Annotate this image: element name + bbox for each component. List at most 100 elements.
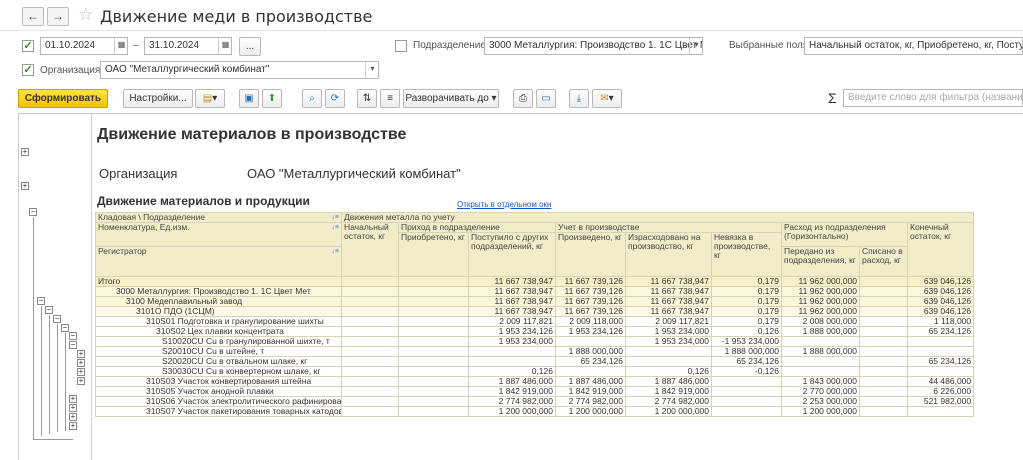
- cell-prod: 11 667 739,126: [555, 276, 626, 287]
- collapse-group-icon[interactable]: −: [61, 324, 69, 332]
- date-to-input[interactable]: 31.10.2024 ▦: [144, 37, 232, 55]
- cell-start: [341, 396, 399, 407]
- sort-button[interactable]: ⇅: [357, 89, 377, 108]
- collapse-group-icon[interactable]: −: [37, 297, 45, 305]
- expand-to-button[interactable]: Разворачивать до ▾: [403, 89, 499, 108]
- group-button[interactable]: ≡: [380, 89, 400, 108]
- load-variant-button[interactable]: ⬆: [262, 89, 282, 108]
- table-row[interactable]: 3100 Медеплавильный завод 11 667 738,947 1…: [95, 296, 975, 307]
- table-row[interactable]: S20020CU Cu в отвальном шлаке, кг 65 234,…: [95, 356, 975, 367]
- selected-fields-input[interactable]: Начальный остаток, кг, Приобретено, кг, …: [804, 37, 1023, 55]
- table-row[interactable]: S10020CU Cu в гранулированной шихте, т 1 …: [95, 336, 975, 347]
- cell-wo: [859, 336, 908, 347]
- cell-prod: [555, 366, 626, 377]
- back-button[interactable]: ←: [22, 7, 44, 26]
- sort-icon[interactable]: ↓≡: [331, 214, 339, 222]
- send-mail-button[interactable]: ✉▾: [592, 89, 622, 108]
- cell-cons: 1 953 234,000: [625, 336, 712, 347]
- filter-search-input[interactable]: Введите слово для фильтра (название то: [843, 89, 1023, 107]
- cell-tr: [781, 366, 860, 377]
- preview-button[interactable]: ▭: [536, 89, 556, 108]
- cell-mis: 0,179: [711, 316, 782, 327]
- cell-cons: 11 667 738,947: [625, 296, 712, 307]
- cell-prod: 11 667 739,126: [555, 286, 626, 297]
- date-from-input[interactable]: 01.10.2024 ▦: [40, 37, 128, 55]
- expand-group-icon[interactable]: +: [77, 368, 85, 376]
- cell-rec: 2 009 117,821: [468, 316, 556, 327]
- collapse-group-icon[interactable]: −: [29, 208, 37, 216]
- expand-group-icon[interactable]: +: [77, 350, 85, 358]
- chevron-down-icon[interactable]: ▾: [365, 62, 378, 78]
- header-nomenclature[interactable]: Номенклатура, Ед.изм. ↓≡: [95, 222, 342, 247]
- table-row[interactable]: S20010CU Cu в штейне, т1 888 000,000 1 88…: [95, 346, 975, 357]
- expand-group-icon[interactable]: +: [77, 377, 85, 385]
- subdivision-checkbox[interactable]: [395, 40, 407, 52]
- report-org-value: ОАО "Металлургический комбинат": [247, 166, 461, 181]
- open-separate-window-link[interactable]: Открыть в отдельном окн: [457, 200, 551, 209]
- period-select-button[interactable]: ...: [239, 37, 261, 56]
- row-name: 3100 Медеплавильный завод: [95, 296, 342, 307]
- save-variant-button[interactable]: ▣: [239, 89, 259, 108]
- expand-group-icon[interactable]: +: [69, 395, 77, 403]
- chevron-down-icon[interactable]: ▾: [689, 38, 702, 54]
- collapse-group-icon[interactable]: −: [69, 341, 77, 349]
- table-row[interactable]: 310S01 Подготовка и гранулирование шихты…: [95, 316, 975, 327]
- cell-end: 65 234,126: [906, 326, 975, 337]
- print-button[interactable]: ⎙: [513, 89, 533, 108]
- header-consumed: Израсходовано на производство, кг: [625, 232, 712, 277]
- table-row[interactable]: S30030CU Cu в конвертерном шлаке, кг 0,12…: [95, 366, 975, 377]
- calendar-icon[interactable]: ▦: [218, 38, 231, 54]
- collapse-group-icon[interactable]: −: [45, 306, 53, 314]
- expand-group-icon[interactable]: +: [69, 404, 77, 412]
- row-name: S20010CU Cu в штейне, т: [95, 346, 342, 357]
- expand-group-icon[interactable]: +: [77, 359, 85, 367]
- header-divider: [0, 30, 1023, 31]
- variants-button[interactable]: ▤▾: [195, 89, 225, 108]
- header-outflow: Расход из подразделения (Горизонтально): [781, 222, 908, 247]
- settings-button[interactable]: Настройки...: [123, 89, 193, 108]
- save-file-button[interactable]: ⤓: [569, 89, 589, 108]
- header-mismatch: Невязка в производстве, кг: [711, 232, 782, 277]
- cell-cons: 1 200 000,000: [625, 406, 712, 417]
- subdivision-select[interactable]: 3000 Металлургия: Производство 1. 1С Цве…: [484, 37, 703, 55]
- organization-checkbox[interactable]: ✓: [22, 64, 34, 76]
- cell-acq: [398, 406, 469, 417]
- cell-prod: 1 842 919,000: [555, 386, 626, 397]
- generate-button[interactable]: Сформировать: [18, 89, 108, 108]
- find-button[interactable]: ⌕: [302, 89, 322, 108]
- table-row[interactable]: 310S06 Участок электролитического рафини…: [95, 396, 975, 407]
- collapse-group-icon[interactable]: −: [69, 332, 77, 340]
- forward-button[interactable]: →: [47, 7, 69, 26]
- header-registrar[interactable]: Регистратор ↓≡: [95, 246, 342, 277]
- favorite-star-icon[interactable]: ☆: [78, 5, 93, 25]
- table-row[interactable]: 310S07 Участок пакетирования товарных ка…: [95, 406, 975, 417]
- collapse-group-icon[interactable]: −: [53, 315, 61, 323]
- table-row[interactable]: 310S02 Цех плавки концентрата 1 953 234,1…: [95, 326, 975, 337]
- expand-group-icon[interactable]: +: [69, 422, 77, 430]
- sort-icon[interactable]: ↓≡: [331, 248, 339, 257]
- expand-group-icon[interactable]: +: [69, 413, 77, 421]
- period-checkbox[interactable]: ✓: [22, 40, 34, 52]
- find-next-button[interactable]: ⟳: [325, 89, 345, 108]
- expand-group-icon[interactable]: +: [21, 182, 29, 190]
- table-row[interactable]: 3101О ПДО (1СЦМ) 11 667 738,947 11 667 739…: [95, 306, 975, 317]
- sum-sigma-icon[interactable]: Σ: [828, 90, 837, 106]
- cell-end: 44 486,000: [906, 376, 975, 387]
- cell-tr: [781, 336, 860, 347]
- cell-start: [341, 346, 399, 357]
- cell-start: [341, 386, 399, 397]
- table-row[interactable]: Итого 11 667 738,947 11 667 739,126 11 667 …: [95, 276, 975, 287]
- table-row[interactable]: 310S05 Участок анодной плавки 1 842 919,0…: [95, 386, 975, 397]
- table-row[interactable]: 3000 Металлургия: Производство 1. 1С Цве…: [95, 286, 975, 297]
- calendar-icon[interactable]: ▦: [114, 38, 127, 54]
- cell-cons: 1 887 486,000: [625, 376, 712, 387]
- report-spreadsheet[interactable]: + + − − − − − − − + + + + + + + + Движен…: [18, 113, 1023, 460]
- organization-select[interactable]: ОАО "Металлургический комбинат" ▾: [100, 61, 379, 79]
- table-row[interactable]: 310S03 Участок конвертирования штейна 1 8…: [95, 376, 975, 387]
- expand-group-icon[interactable]: +: [21, 148, 29, 156]
- cell-mis: 65 234,126: [711, 356, 782, 367]
- sort-icon[interactable]: ↓≡: [331, 224, 339, 233]
- header-warehouse[interactable]: Кладовая \ Подразделение ↓≡: [95, 212, 342, 223]
- cell-mis: [711, 386, 782, 397]
- cell-start: [341, 356, 399, 367]
